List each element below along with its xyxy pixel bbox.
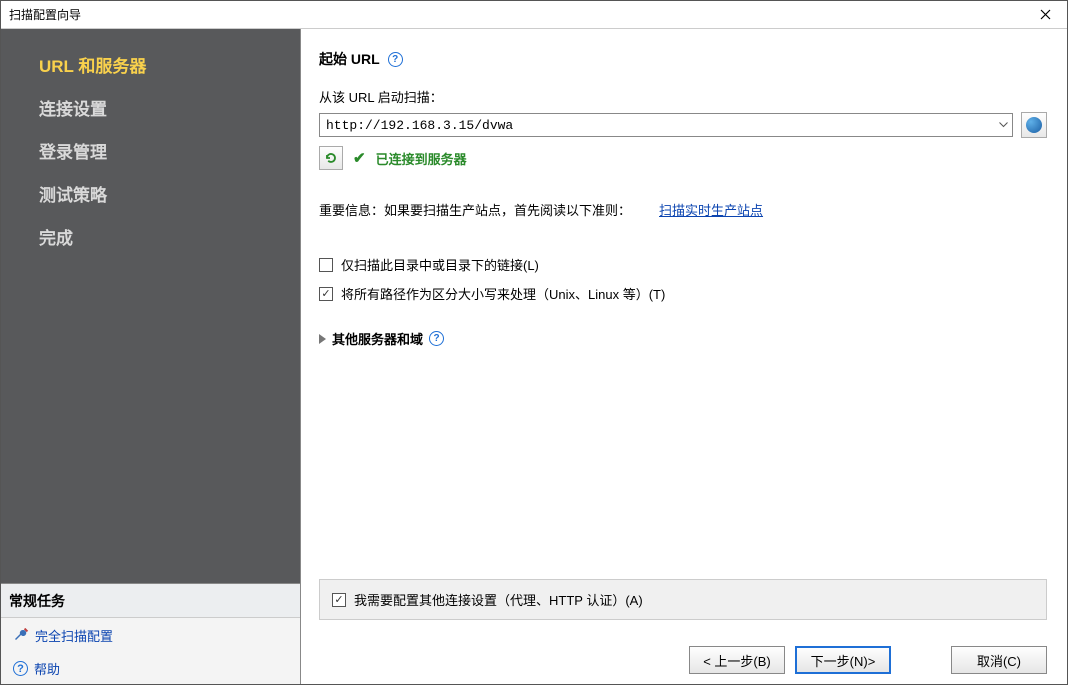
footer: < 上一步(B) 下一步(N)> 取消(C) <box>319 638 1047 674</box>
checkbox-need-config-label: 我需要配置其他连接设置（代理、HTTP 认证）(A) <box>354 590 643 609</box>
bottom-panel: ✓ 我需要配置其他连接设置（代理、HTTP 认证）(A) <box>319 579 1047 620</box>
globe-icon <box>1026 117 1042 133</box>
checkbox-case-sensitive[interactable]: ✓ 将所有路径作为区分大小写来处理（Unix、Linux 等）(T) <box>319 284 1047 303</box>
checkbox-case-sensitive-label: 将所有路径作为区分大小写来处理（Unix、Linux 等）(T) <box>341 284 665 303</box>
triangle-right-icon <box>319 334 326 344</box>
task-full-scan-link[interactable]: 完全扫描配置 <box>35 626 113 645</box>
sidebar: URL 和服务器 连接设置 登录管理 测试策略 完成 常规任务 完全扫描配置 ?… <box>1 29 301 684</box>
collapse-title: 其他服务器和域 <box>332 329 423 348</box>
task-full-scan[interactable]: 完全扫描配置 <box>1 618 300 651</box>
main-panel: 起始 URL ? 从该 URL 启动扫描： ✔ <box>301 29 1067 684</box>
browse-button[interactable] <box>1021 112 1047 138</box>
check-icon: ✔ <box>353 149 366 167</box>
tasks-panel: 常规任务 完全扫描配置 ? 帮助 <box>1 583 300 684</box>
info-link[interactable]: 扫描实时生产站点 <box>659 200 763 219</box>
url-row <box>319 112 1047 138</box>
nav-item-login[interactable]: 登录管理 <box>39 138 300 163</box>
collapse-other-servers[interactable]: 其他服务器和域 ? <box>319 329 1047 348</box>
wizard-window: 扫描配置向导 URL 和服务器 连接设置 登录管理 测试策略 完成 常规任务 完 <box>0 0 1068 685</box>
url-input[interactable] <box>320 116 994 135</box>
task-help[interactable]: ? 帮助 <box>1 651 300 684</box>
refresh-button[interactable] <box>319 146 343 170</box>
status-row: ✔ 已连接到服务器 <box>319 146 1047 170</box>
nav-item-finish[interactable]: 完成 <box>39 224 300 249</box>
back-button[interactable]: < 上一步(B) <box>689 646 785 674</box>
chevron-down-icon <box>999 122 1008 128</box>
help-icon[interactable]: ? <box>388 52 403 67</box>
checkbox-icon <box>319 258 333 272</box>
next-button[interactable]: 下一步(N)> <box>795 646 891 674</box>
help-icon[interactable]: ? <box>429 331 444 346</box>
checkbox-icon: ✓ <box>319 287 333 301</box>
url-label: 从该 URL 启动扫描： <box>319 87 1047 106</box>
checkbox-only-dir-label: 仅扫描此目录中或目录下的链接(L) <box>341 255 539 274</box>
section-title: 起始 URL <box>319 49 380 69</box>
checkbox-icon: ✓ <box>332 593 346 607</box>
titlebar: 扫描配置向导 <box>1 1 1067 29</box>
nav-item-connection[interactable]: 连接设置 <box>39 95 300 120</box>
close-button[interactable] <box>1023 1 1067 29</box>
cancel-button[interactable]: 取消(C) <box>951 646 1047 674</box>
url-combobox[interactable] <box>319 113 1013 137</box>
dropdown-arrow[interactable] <box>994 122 1012 128</box>
help-icon: ? <box>13 661 28 676</box>
nav-item-test-policy[interactable]: 测试策略 <box>39 181 300 206</box>
close-icon <box>1040 9 1051 20</box>
info-text: 重要信息：如果要扫描生产站点，首先阅读以下准则： <box>319 200 631 219</box>
window-body: URL 和服务器 连接设置 登录管理 测试策略 完成 常规任务 完全扫描配置 ?… <box>1 29 1067 684</box>
tasks-header: 常规任务 <box>1 584 300 618</box>
nav-item-url-servers[interactable]: URL 和服务器 <box>39 52 300 77</box>
info-row: 重要信息：如果要扫描生产站点，首先阅读以下准则： 扫描实时生产站点 <box>319 200 1047 219</box>
window-title: 扫描配置向导 <box>9 6 81 23</box>
status-text: 已连接到服务器 <box>376 149 467 168</box>
refresh-icon <box>324 151 338 165</box>
nav-list: URL 和服务器 连接设置 登录管理 测试策略 完成 <box>1 29 300 267</box>
section-title-row: 起始 URL ? <box>319 49 1047 69</box>
checkbox-only-dir[interactable]: 仅扫描此目录中或目录下的链接(L) <box>319 255 1047 274</box>
checkbox-need-config[interactable]: ✓ 我需要配置其他连接设置（代理、HTTP 认证）(A) <box>332 590 1034 609</box>
task-help-link[interactable]: 帮助 <box>34 659 60 678</box>
wrench-icon <box>13 628 29 644</box>
